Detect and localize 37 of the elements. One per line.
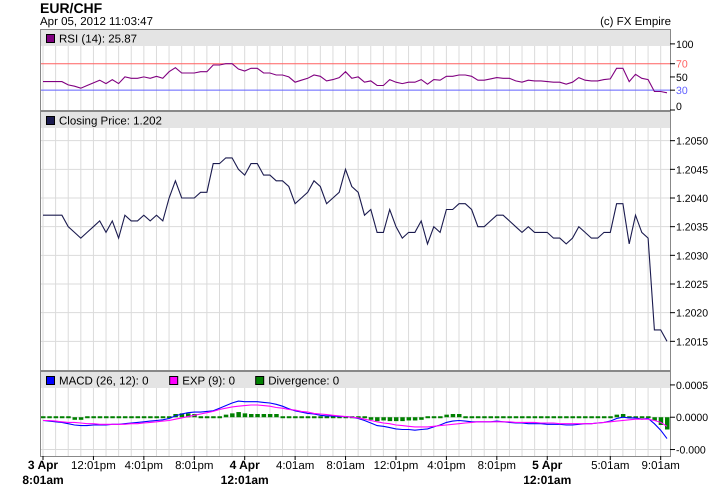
x-tick-label: 9:01am — [642, 460, 680, 472]
y-tick-label: 1.2045 — [676, 164, 708, 176]
legend-label: RSI (14): 25.87 — [59, 34, 137, 46]
y-tick-label: 1.2025 — [676, 279, 708, 291]
y-tick-label: 50 — [676, 72, 688, 84]
y-tick-label: 0.0000 — [676, 412, 708, 424]
y-tick-label: 70 — [676, 58, 688, 71]
x-tick-label: 4 Apr 12:01am — [220, 458, 269, 487]
chart-title: EUR/CHF — [39, 0, 104, 16]
x-tick-label: 12:01pm — [71, 460, 116, 472]
x-tick-label: 8:01pm — [478, 460, 516, 472]
y-tick-label: 1.2035 — [676, 222, 708, 234]
x-tick-label: 8:01am — [326, 460, 365, 472]
legend-label: EXP (9): 0 — [182, 376, 236, 388]
legend-label: Divergence: 0 — [268, 376, 340, 388]
x-tick-label: 4:01pm — [124, 460, 164, 472]
x-tick-label: 5:01am — [591, 460, 630, 472]
y-tick-label: 1.2015 — [676, 336, 708, 348]
x-tick-label: 3 Apr 8:01am — [22, 458, 64, 487]
x-tick-label: 5 Apr 12:01am — [523, 458, 572, 487]
y-tick-label: 1.2040 — [676, 193, 708, 205]
copyright-text: (c) FX Empire — [600, 16, 671, 29]
y-tick-label: 1.2020 — [676, 308, 708, 320]
y-tick-label: -0.000 — [676, 444, 706, 457]
y-tick-label: 1.2050 — [676, 136, 708, 148]
legend-label: MACD (26, 12): 0 — [59, 376, 148, 388]
y-tick-label: 30 — [676, 85, 688, 98]
legend-label: Closing Price: 1.202 — [59, 116, 162, 128]
timestamp: Apr 05, 2012 11:03:47 — [40, 16, 153, 29]
x-tick-label: 12:01pm — [374, 460, 418, 472]
x-tick-label: 4:01pm — [427, 460, 466, 472]
y-tick-label: 1.2030 — [676, 250, 708, 262]
y-tick-label: 100 — [676, 38, 694, 51]
x-tick-label: 4:01am — [276, 460, 314, 472]
x-tick-label: 8:01pm — [175, 460, 214, 472]
y-tick-label: 0.0005 — [676, 380, 708, 392]
y-tick-label: 0 — [676, 101, 682, 111]
